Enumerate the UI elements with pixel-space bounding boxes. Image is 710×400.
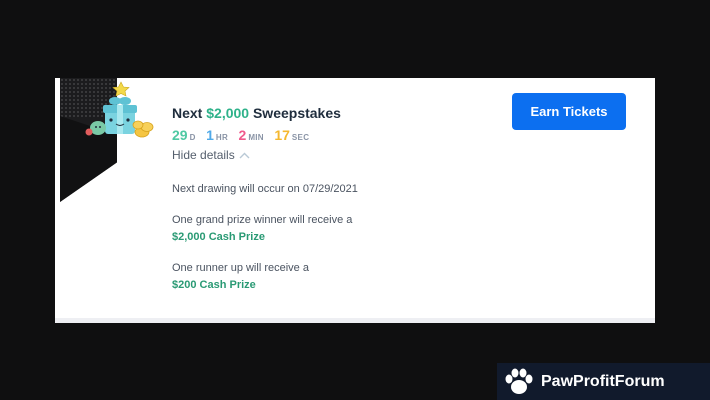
runner-up-amount: $200 Cash Prize bbox=[172, 279, 256, 291]
countdown-hours: 1 HR bbox=[206, 127, 228, 145]
countdown-value: 29 bbox=[172, 127, 188, 143]
grand-prize-amount: $2,000 Cash Prize bbox=[172, 231, 265, 243]
forum-watermark: PawProfitForum bbox=[497, 363, 710, 400]
hide-details-toggle[interactable]: Hide details bbox=[172, 148, 250, 162]
gift-illustration-icon bbox=[85, 81, 154, 138]
hide-details-label: Hide details bbox=[172, 148, 235, 162]
countdown-value: 17 bbox=[274, 127, 290, 143]
details-section: Next drawing will occur on 07/29/2021 On… bbox=[172, 181, 472, 294]
countdown-unit: HR bbox=[215, 133, 229, 142]
countdown-timer: 29 D 1 HR 2 MIN 17 SEC bbox=[172, 127, 315, 145]
drawing-date-text: Next drawing will occur on 07/29/2021 bbox=[172, 183, 358, 195]
countdown-seconds: 17 SEC bbox=[274, 127, 309, 145]
grand-prize-text: One grand prize winner will receive a bbox=[172, 214, 353, 226]
countdown-unit: D bbox=[189, 133, 196, 142]
countdown-value: 1 bbox=[206, 127, 214, 143]
forum-name: PawProfitForum bbox=[541, 372, 665, 390]
paw-icon bbox=[505, 368, 533, 394]
runner-up-text: One runner up will receive a bbox=[172, 262, 309, 274]
countdown-unit: SEC bbox=[291, 133, 310, 142]
sweepstakes-title: Next $2,000 Sweepstakes bbox=[172, 105, 341, 121]
chevron-up-icon bbox=[239, 152, 250, 158]
countdown-unit: MIN bbox=[248, 133, 264, 142]
countdown-value: 2 bbox=[238, 127, 247, 143]
title-suffix: Sweepstakes bbox=[252, 105, 341, 121]
title-prefix: Next bbox=[172, 105, 203, 121]
card-divider bbox=[55, 318, 655, 323]
sweepstakes-card: Next $2,000 Sweepstakes 29 D 1 HR 2 MIN 17 S… bbox=[55, 78, 655, 323]
countdown-minutes: 2 MIN bbox=[239, 127, 264, 145]
earn-tickets-button[interactable]: Earn Tickets bbox=[512, 93, 626, 130]
title-amount: $2,000 bbox=[206, 105, 250, 121]
countdown-days: 29 D bbox=[172, 127, 196, 145]
